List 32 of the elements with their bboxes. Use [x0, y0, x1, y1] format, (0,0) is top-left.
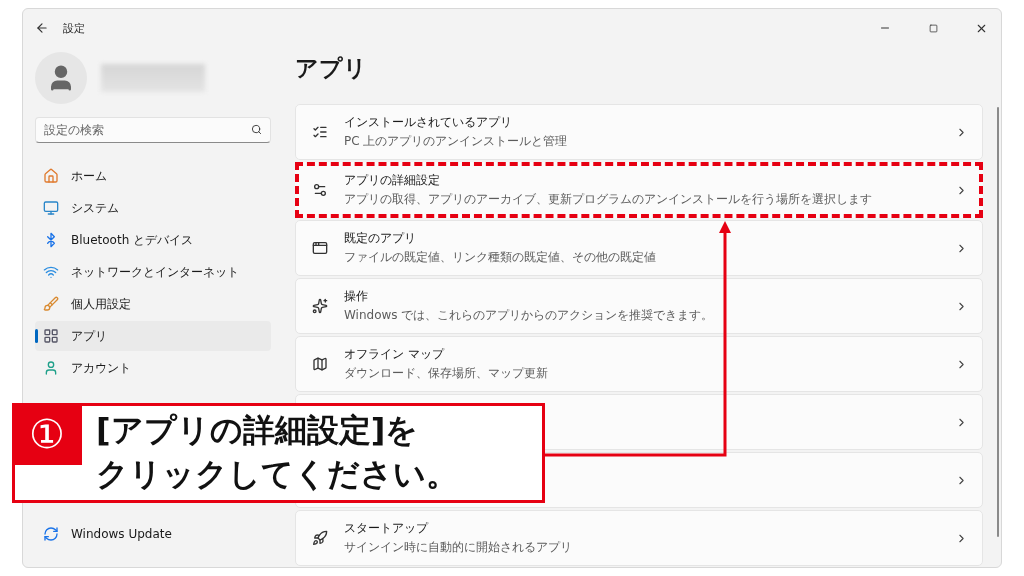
sidebar-item[interactable]: アカウント	[35, 353, 271, 383]
sidebar-item[interactable]: Bluetooth とデバイス	[35, 225, 271, 255]
settings-card[interactable]: オフライン マップ ダウンロード、保存場所、マップ更新	[295, 336, 983, 392]
card-title: スタートアップ	[344, 520, 430, 537]
card-subtitle: サインイン時に自動的に開始されるアプリ	[344, 539, 573, 556]
sidebar-item[interactable]: Windows Update	[35, 519, 271, 549]
settings-card[interactable]: 既定のアプリ ファイルの既定値、リンク種類の既定値、その他の既定値	[295, 220, 983, 276]
sidebar-item[interactable]: 個人用設定	[35, 289, 271, 319]
search-field[interactable]: 設定の検索	[35, 117, 271, 143]
settings-card[interactable]: スタートアップ サインイン時に自動的に開始されるアプリ	[295, 510, 983, 566]
card-subtitle: PC 上のアプリのアンインストールと管理	[344, 133, 569, 150]
card-title: 操作	[344, 288, 369, 305]
settings-card[interactable]: 操作 Windows では、これらのアプリからのアクションを推奨できます。	[295, 278, 983, 334]
sidebar-item[interactable]: アプリ	[35, 321, 271, 351]
window-title: 設定	[63, 20, 86, 36]
card-title: インストールされているアプリ	[344, 114, 513, 131]
instruction-text: クリックしてください。	[96, 454, 458, 495]
page-title: アプリ	[295, 54, 368, 83]
card-title: 既定のアプリ	[344, 230, 417, 247]
step-number: ①	[12, 403, 82, 465]
card-subtitle: アプリの取得、アプリのアーカイブ、更新プログラムのアンインストールを行う場所を選択します	[344, 191, 873, 208]
card-title: アプリの詳細設定	[344, 172, 441, 189]
sidebar-item[interactable]: システム	[35, 193, 271, 223]
settings-card[interactable]: アプリの詳細設定 アプリの取得、アプリのアーカイブ、更新プログラムのアンインストールを行う場所を選択します	[295, 162, 983, 218]
sidebar-item[interactable]: ネットワークとインターネット	[35, 257, 271, 287]
card-subtitle: ダウンロード、保存場所、マップ更新	[344, 365, 549, 382]
settings-card[interactable]: インストールされているアプリ PC 上のアプリのアンインストールと管理	[295, 104, 983, 160]
sidebar-item[interactable]: ホーム	[35, 161, 271, 191]
instruction-text: [アプリの詳細設定]を	[96, 410, 420, 451]
card-title: オフライン マップ	[344, 346, 446, 363]
card-subtitle: ファイルの既定値、リンク種類の既定値、その他の既定値	[344, 249, 657, 266]
card-subtitle: Windows では、これらのアプリからのアクションを推奨できます。	[344, 307, 715, 324]
